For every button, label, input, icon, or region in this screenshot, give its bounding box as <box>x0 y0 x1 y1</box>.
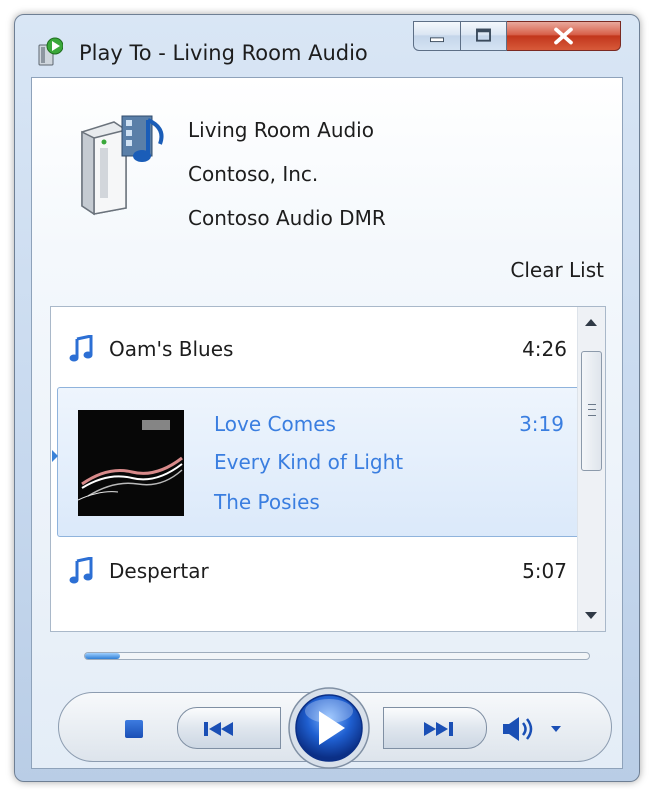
device-name: Living Room Audio <box>188 118 374 142</box>
playlist: Oam's Blues 4:26 Love Comes Every Kind o… <box>50 306 606 632</box>
maximize-button[interactable] <box>461 21 507 51</box>
stop-button[interactable] <box>125 720 143 738</box>
scroll-up-icon[interactable] <box>585 319 597 326</box>
playlist-item[interactable]: Despertar 5:07 <box>51 547 577 597</box>
previous-icon <box>204 722 233 736</box>
minimize-icon <box>430 37 444 43</box>
track-duration: 4:26 <box>522 337 567 361</box>
volume-icon[interactable] <box>501 715 573 743</box>
device-model: Contoso Audio DMR <box>188 206 386 230</box>
track-album: Every Kind of Light <box>214 450 404 474</box>
play-to-icon <box>38 37 63 66</box>
media-device-icon <box>81 115 164 216</box>
transport-controls <box>58 687 612 769</box>
now-playing-marker <box>52 450 58 462</box>
seek-bar[interactable] <box>84 652 590 660</box>
title-bar[interactable]: Play To - Living Room Audio <box>15 15 639 77</box>
next-icon <box>424 722 453 736</box>
maximize-icon <box>476 28 491 42</box>
playlist-item-selected[interactable]: Love Comes Every Kind of Light The Posie… <box>52 387 581 537</box>
clear-list-link[interactable]: Clear List <box>510 258 604 282</box>
album-art <box>78 410 184 516</box>
chevron-down-icon <box>551 726 561 732</box>
track-artist: The Posies <box>214 490 320 514</box>
playlist-scrollbar[interactable] <box>577 307 605 631</box>
close-icon <box>554 27 573 45</box>
scroll-down-icon[interactable] <box>585 612 597 619</box>
music-note-icon <box>69 557 93 584</box>
track-title: Oam's Blues <box>109 337 234 361</box>
grip-icon <box>588 404 596 416</box>
track-title: Love Comes <box>214 412 336 436</box>
caption-buttons <box>413 21 623 55</box>
music-note-icon <box>69 335 93 362</box>
play-button[interactable] <box>279 687 379 769</box>
scrollbar-thumb[interactable] <box>581 351 602 471</box>
window-title: Play To - Living Room Audio <box>79 41 368 65</box>
playlist-item[interactable]: Oam's Blues 4:26 <box>51 325 577 375</box>
device-manufacturer: Contoso, Inc. <box>188 162 319 186</box>
minimize-button[interactable] <box>413 21 461 51</box>
close-button[interactable] <box>507 21 621 51</box>
track-title: Despertar <box>109 559 209 583</box>
client-area: Living Room Audio Contoso, Inc. Contoso … <box>31 77 623 769</box>
next-button[interactable] <box>383 707 487 749</box>
track-duration: 3:19 <box>519 412 564 436</box>
play-to-window: Play To - Living Room Audio Living Room … <box>14 14 640 782</box>
previous-button[interactable] <box>177 707 281 749</box>
seek-bar-fill <box>85 653 121 659</box>
track-duration: 5:07 <box>522 559 567 583</box>
